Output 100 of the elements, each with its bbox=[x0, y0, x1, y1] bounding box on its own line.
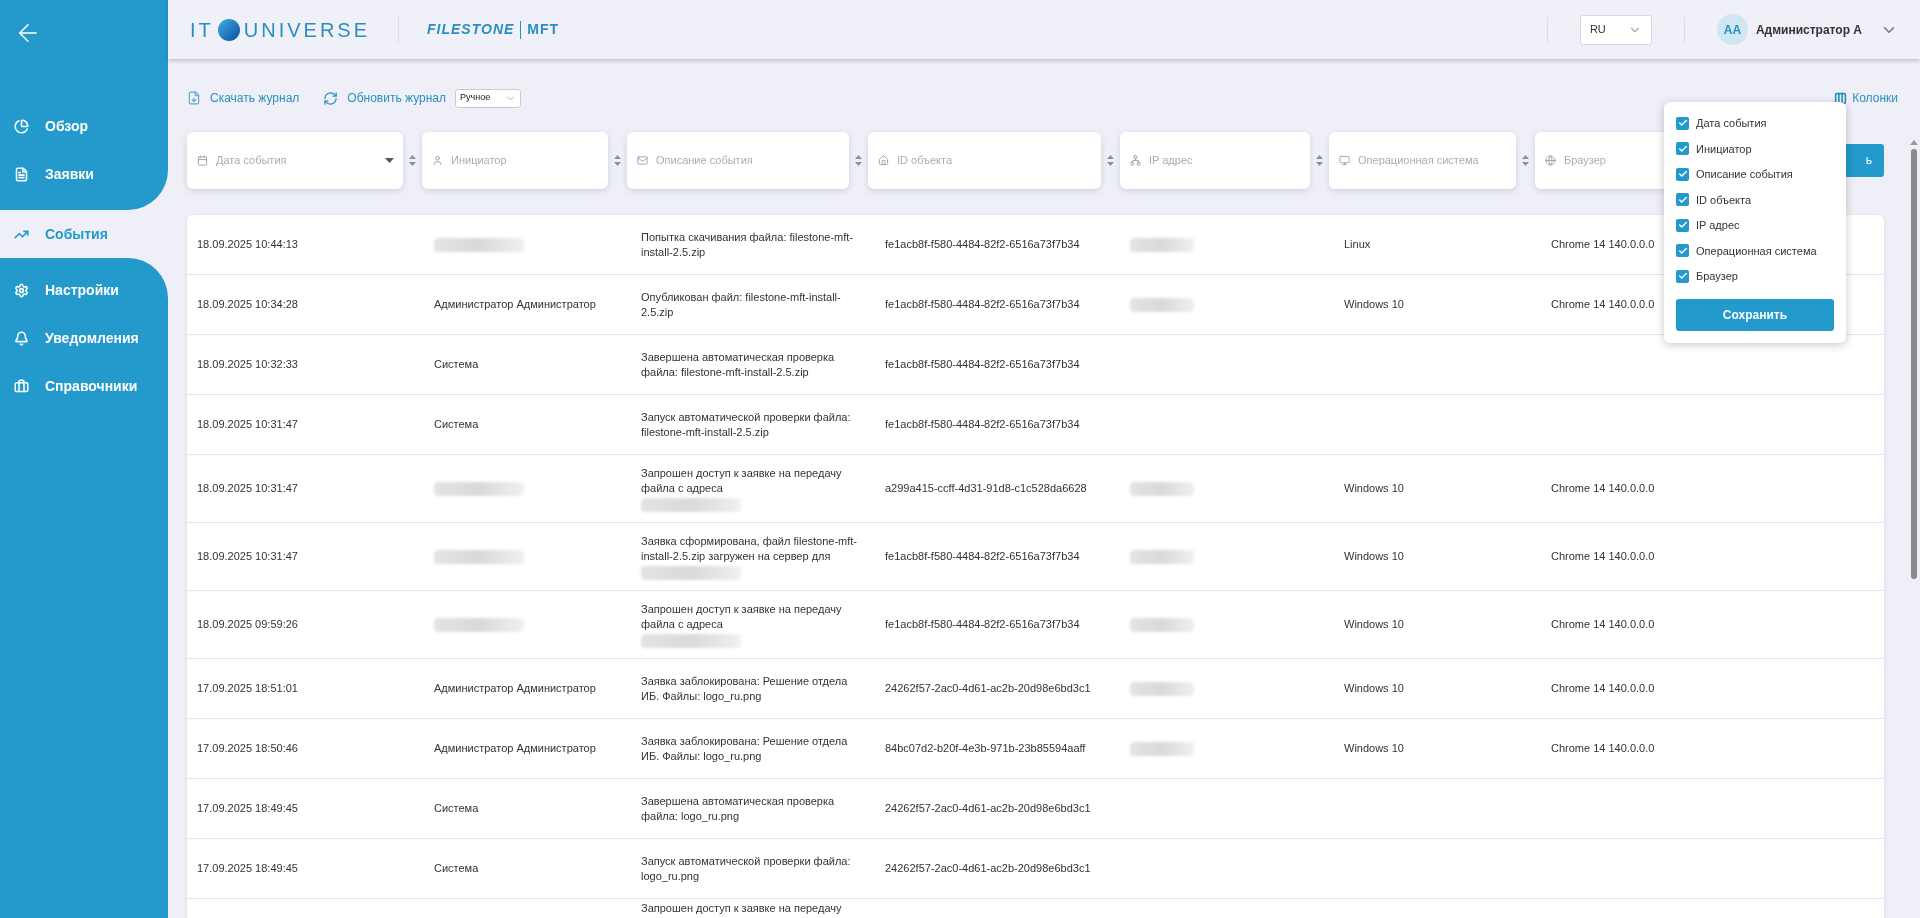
checkbox[interactable] bbox=[1676, 269, 1689, 283]
company-logo: IT UNIVERSE bbox=[190, 17, 371, 43]
date-cell: 18.09.2025 10:31:47 bbox=[197, 550, 298, 562]
column-option-label: Инициатор bbox=[1696, 141, 1752, 157]
sort-icon[interactable] bbox=[614, 154, 621, 166]
initiator-cell: Администратор Администратор bbox=[434, 298, 596, 310]
browser-cell: Chrome 14 140.0.0.0 bbox=[1551, 682, 1655, 694]
description-cell-text: Завершена автоматическая проверка файла: filestone-mft-install-2.5.zip bbox=[641, 349, 836, 380]
date-cell: 17.09.2025 18:50:46 bbox=[197, 742, 298, 754]
scroll-up-icon[interactable] bbox=[1910, 140, 1918, 145]
column-option-label: IP адрес bbox=[1696, 218, 1740, 233]
description-cell-text: Завершена автоматическая проверка файла: logo_ru.png bbox=[641, 793, 836, 824]
checkbox[interactable] bbox=[1676, 193, 1689, 207]
description-cell-text: Запуск автоматической проверки файла: logo_ru.png bbox=[641, 853, 852, 884]
column-option-label: Браузер bbox=[1696, 269, 1738, 284]
initiator-cell: Система bbox=[434, 358, 479, 370]
sidebar-item[interactable]: Справочники bbox=[0, 362, 168, 410]
description-cell-text: Заявка сформирована, файл filestone-mft-install-2.5.zip загружен на сервер для bbox=[641, 533, 859, 564]
filter-field[interactable]: Операционная система bbox=[1329, 131, 1516, 189]
dropdown-caret-icon bbox=[385, 157, 394, 163]
refresh-log-link[interactable]: Обновить журнал bbox=[323, 89, 446, 107]
home-icon bbox=[878, 154, 889, 166]
save-button[interactable]: Сохранить bbox=[1676, 298, 1834, 331]
sort-icon[interactable] bbox=[855, 154, 862, 166]
date-cell: 17.09.2025 18:49:45 bbox=[197, 862, 298, 874]
object-id-cell: fe1acb8f-f580-4484-82f2-6516a73f7b34 bbox=[885, 358, 1080, 370]
sort-icon[interactable] bbox=[1316, 154, 1323, 166]
network-icon bbox=[1130, 154, 1141, 166]
refresh-icon bbox=[323, 90, 339, 106]
column-option-label: Описание события bbox=[1696, 167, 1793, 182]
description-cell-text: Опубликован файл: filestone-mft-install-2.5.zip bbox=[641, 289, 842, 320]
object-id-cell: fe1acb8f-f580-4484-82f2-6516a73f7b34 bbox=[885, 238, 1080, 250]
browser-cell: Chrome 14 140.0.0.0 bbox=[1551, 742, 1655, 754]
globe-icon bbox=[1545, 154, 1556, 166]
date-cell: 18.09.2025 09:59:26 bbox=[197, 618, 298, 630]
checkbox[interactable] bbox=[1676, 244, 1689, 258]
sidebar-item[interactable]: Уведомления bbox=[0, 314, 168, 362]
document-icon bbox=[14, 166, 29, 182]
refresh-mode-select[interactable]: Ручное bbox=[455, 88, 521, 108]
monitor-icon bbox=[1339, 154, 1350, 166]
description-cell: Запрошен доступ к заявке на передачу bbox=[641, 901, 842, 916]
sidebar-item[interactable]: Заявки bbox=[0, 150, 168, 198]
filter-field[interactable]: ID объекта bbox=[868, 131, 1101, 189]
object-id-cell: fe1acb8f-f580-4484-82f2-6516a73f7b34 bbox=[885, 550, 1080, 562]
browser-cell: Chrome 14 140.0.0.0 bbox=[1551, 618, 1655, 630]
object-id-cell: fe1acb8f-f580-4484-82f2-6516a73f7b34 bbox=[885, 618, 1080, 630]
download-log-link[interactable]: Скачать журнал bbox=[187, 89, 300, 107]
sort-icon[interactable] bbox=[1107, 154, 1114, 166]
checkbox[interactable] bbox=[1676, 142, 1689, 156]
browser-cell: Chrome 14 140.0.0.0 bbox=[1551, 550, 1655, 562]
date-cell: 18.09.2025 10:44:13 bbox=[197, 238, 298, 250]
user-name[interactable]: Администратор А bbox=[1755, 20, 1862, 39]
bell-icon bbox=[14, 330, 29, 346]
os-cell: Linux bbox=[1344, 238, 1371, 250]
os-cell: Windows 10 bbox=[1344, 742, 1404, 754]
browser-cell: Chrome 14 140.0.0.0 bbox=[1551, 238, 1655, 250]
filter-field[interactable]: Описание события bbox=[627, 131, 849, 189]
description-cell-text: Запрошен доступ к заявке на передачу файла с адреса bbox=[641, 465, 843, 496]
os-cell: Windows 10 bbox=[1344, 550, 1404, 562]
user-avatar[interactable]: AA bbox=[1716, 14, 1748, 45]
filter-field[interactable]: Инициатор bbox=[422, 131, 608, 189]
checkbox[interactable] bbox=[1676, 218, 1689, 232]
user-icon bbox=[432, 154, 443, 166]
file-download-icon bbox=[187, 90, 201, 106]
description-cell-text: Запрошен доступ к заявке на передачу файла с адреса bbox=[641, 601, 843, 632]
columns-button[interactable]: Колонки bbox=[1834, 89, 1898, 107]
language-select[interactable]: RU bbox=[1579, 14, 1652, 45]
gear-icon bbox=[14, 282, 29, 298]
calendar-icon bbox=[197, 154, 208, 166]
pie-chart-icon bbox=[14, 118, 29, 134]
object-id-cell: a299a415-ccff-4d31-91d8-c1c528da6628 bbox=[885, 482, 1087, 494]
sidebar-item[interactable]: Настройки bbox=[0, 266, 168, 314]
date-cell: 18.09.2025 10:32:33 bbox=[197, 358, 298, 370]
object-id-cell: 24262f57-2ac0-4d61-ac2b-20d98e6bd3c1 bbox=[885, 682, 1091, 694]
sort-icon[interactable] bbox=[409, 154, 416, 166]
object-id-cell: 24262f57-2ac0-4d61-ac2b-20d98e6bd3c1 bbox=[885, 862, 1091, 874]
column-option-label: Дата события bbox=[1696, 116, 1767, 131]
date-cell: 18.09.2025 10:31:47 bbox=[197, 418, 298, 430]
object-id-cell: fe1acb8f-f580-4484-82f2-6516a73f7b34 bbox=[885, 418, 1080, 430]
initiator-cell: Система bbox=[434, 802, 479, 814]
browser-cell: Chrome 14 140.0.0.0 bbox=[1551, 298, 1655, 310]
object-id-cell: 84bc07d2-b20f-4e3b-971b-23b85594aaff bbox=[885, 742, 1086, 754]
filter-field[interactable]: Дата события bbox=[187, 131, 403, 189]
os-cell: Windows 10 bbox=[1344, 618, 1404, 630]
description-cell-text: Запуск автоматической проверки файла: filestone-mft-install-2.5.zip bbox=[641, 409, 852, 440]
checkbox[interactable] bbox=[1676, 167, 1689, 181]
description-cell-text: Попытка скачивания файла: filestone-mft-install-2.5.zip bbox=[641, 229, 855, 260]
product-logo: FILESTONE MFT bbox=[427, 19, 560, 40]
scrollbar-thumb[interactable] bbox=[1911, 149, 1917, 579]
sidebar-item[interactable]: Обзор bbox=[0, 102, 168, 150]
initiator-cell: Администратор Администратор bbox=[434, 742, 596, 754]
description-cell-text: Заявка заблокирована: Решение отдела ИБ. Файлы: logo_ru.png bbox=[641, 733, 849, 764]
os-cell: Windows 10 bbox=[1344, 482, 1404, 494]
checkbox[interactable] bbox=[1676, 116, 1689, 130]
filter-field[interactable]: IP адрес bbox=[1120, 131, 1310, 189]
initiator-cell: Администратор Администратор bbox=[434, 682, 596, 694]
os-cell: Windows 10 bbox=[1344, 298, 1404, 310]
sort-icon[interactable] bbox=[1522, 154, 1529, 166]
columns-icon bbox=[1834, 91, 1848, 105]
envelope-icon bbox=[637, 154, 648, 166]
